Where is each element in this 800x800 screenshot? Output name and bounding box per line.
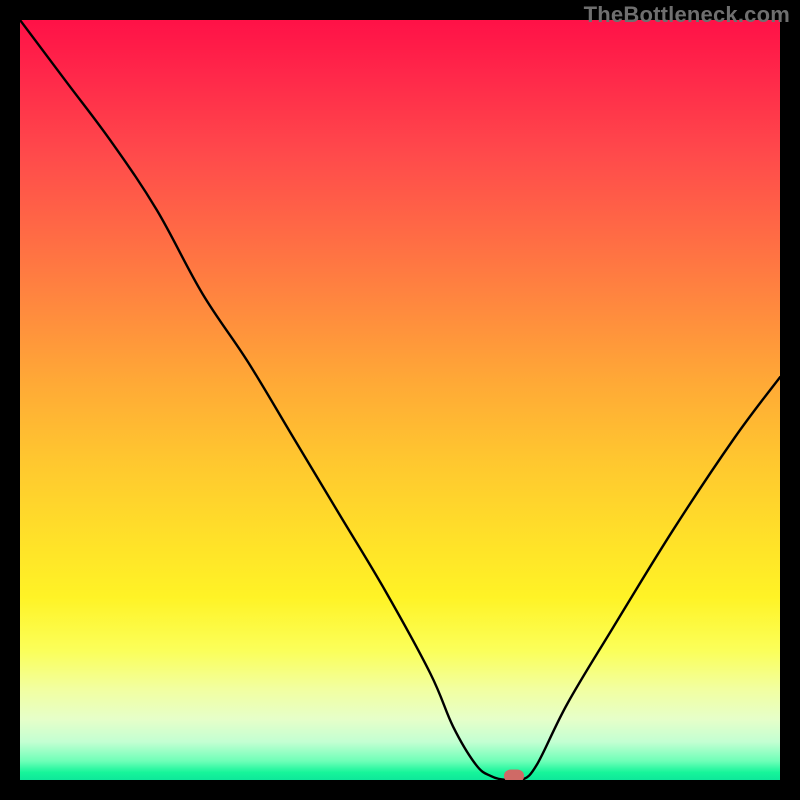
watermark-text: TheBottleneck.com (584, 2, 790, 28)
bottleneck-curve (20, 20, 780, 780)
optimum-marker (504, 770, 524, 781)
plot-area (20, 20, 780, 780)
chart-frame: TheBottleneck.com (0, 0, 800, 800)
